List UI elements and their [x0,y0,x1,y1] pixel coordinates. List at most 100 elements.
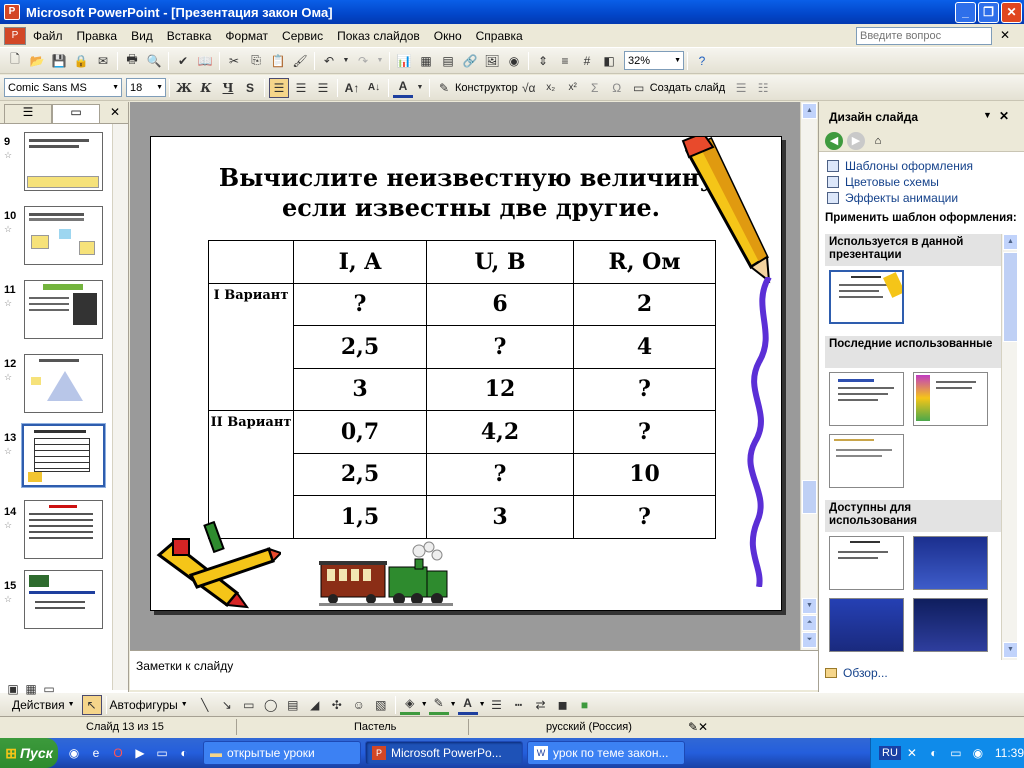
task-folder[interactable]: ▬ открытые уроки [203,741,361,765]
equation-icon[interactable]: √α [519,78,539,98]
designer-button[interactable]: Конструктор [455,82,518,94]
template-recent-2[interactable] [913,372,988,426]
designer-icon[interactable]: ✎ [434,78,454,98]
slide-thumbnail-10[interactable] [24,206,103,265]
help-icon[interactable]: ? [692,51,712,71]
decrease-font-icon[interactable]: A↓ [364,78,384,98]
clipart-icon[interactable]: 🖼 [482,51,502,71]
template-recent-3[interactable] [829,434,904,488]
3d-style-icon[interactable]: ■ [575,695,595,715]
show-formatting-icon[interactable]: ≡ [555,51,575,71]
menu-slideshow[interactable]: Показ слайдов [330,29,427,43]
menu-insert[interactable]: Вставка [160,29,219,43]
dash-style-icon[interactable]: ┅ [509,695,529,715]
link-design-templates[interactable]: Шаблоны оформления [819,158,1024,174]
tp-scroll-up-icon[interactable]: ▲ [1003,234,1018,250]
expand-all-icon[interactable]: ⇕ [533,51,553,71]
tray-volume-icon[interactable]: ◐ [924,743,944,763]
slide-thumbnail-13[interactable] [21,423,106,488]
current-slide[interactable]: Вычислите неизвестную величину, если изв… [150,136,782,611]
insert-picture-icon[interactable]: ▧ [371,695,391,715]
shadow-button[interactable]: S [240,78,260,98]
tp-scroll-down-icon[interactable]: ▼ [1003,642,1018,658]
format-painter-icon[interactable]: 🖌 [290,51,310,71]
browse-link[interactable]: Обзор... [825,666,888,680]
redo-icon[interactable]: ↷ [353,51,373,71]
template-available-4[interactable] [913,598,988,652]
hyperlink-icon[interactable]: 🔗 [460,51,480,71]
quicklaunch-opera-icon[interactable]: O [108,743,128,763]
italic-button[interactable]: К [196,78,216,98]
tp-scroll-thumb[interactable] [1003,252,1018,342]
help-search-input[interactable] [856,27,992,45]
tray-antivirus-icon[interactable]: ◉ [968,743,988,763]
slide-title[interactable]: Вычислите неизвестную величину, если изв… [191,163,751,223]
slide-thumbnail-12[interactable] [24,354,103,413]
slide-thumbnail-9[interactable] [24,132,103,191]
subscript-icon[interactable]: x₂ [541,78,561,98]
open-icon[interactable]: 📂 [27,51,47,71]
arrow-icon[interactable]: ↘ [217,695,237,715]
draw-font-color-icon[interactable]: A [457,695,478,715]
new-slide-icon[interactable]: ▭ [629,78,649,98]
menu-help[interactable]: Справка [469,29,530,43]
start-button[interactable]: ⊞ Пуск [0,738,58,768]
font-select[interactable]: Comic Sans MS ▼ [4,78,122,97]
slide-thumbnail-15[interactable] [24,570,103,629]
tables-borders-icon[interactable]: ▤ [438,51,458,71]
omega-icon[interactable]: Ω [607,78,627,98]
font-color-dropdown-icon[interactable]: ▼ [415,78,425,98]
email-icon[interactable]: ✉ [93,51,113,71]
template-available-1[interactable] [829,536,904,590]
home-icon[interactable]: ⌂ [869,132,887,150]
tray-network-icon[interactable]: ✕ [902,743,922,763]
thumbnails-scrollbar[interactable] [112,124,128,690]
permission-icon[interactable]: 🔒 [71,51,91,71]
undo-dropdown-icon[interactable]: ▼ [341,51,351,71]
next-slide-icon[interactable]: ⏷ [802,632,817,648]
notes-pane[interactable]: Заметки к слайду [130,650,818,690]
color-grayscale-icon[interactable]: ◧ [599,51,619,71]
tray-display-icon[interactable]: ▭ [946,743,966,763]
language-indicator[interactable]: RU [879,746,901,760]
print-preview-icon[interactable]: 🔍 [144,51,164,71]
minimize-button[interactable]: _ [955,2,976,23]
list-icon[interactable]: ☰ [731,78,751,98]
menu-edit[interactable]: Правка [70,29,125,43]
template-available-3[interactable] [829,598,904,652]
menu-tools[interactable]: Сервис [275,29,330,43]
textbox-icon[interactable]: ▤ [283,695,303,715]
select-pointer-icon[interactable]: ↖ [81,694,102,715]
back-icon[interactable]: ◀ [825,131,843,150]
quicklaunch-extra-icon[interactable]: ◐ [174,743,194,763]
line-icon[interactable]: ╲ [195,695,215,715]
ohm-law-table[interactable]: I, A U, B R, Ом I Вариант ? 6 2 2,5 ? 4 … [208,240,716,539]
scroll-down-icon[interactable]: ▼ [802,598,817,614]
oval-icon[interactable]: ◯ [261,695,281,715]
menu-window[interactable]: Окно [427,29,469,43]
template-available-2[interactable] [913,536,988,590]
arrow-style-icon[interactable]: ⇄ [531,695,551,715]
save-icon[interactable]: 💾 [49,51,69,71]
cut-icon[interactable]: ✂ [224,51,244,71]
tab-outline[interactable]: ☰ [4,104,52,123]
menu-view[interactable]: Вид [124,29,160,43]
line-color-icon[interactable]: ✎ [428,695,449,715]
align-center-icon[interactable]: ☰ [291,78,311,98]
align-left-icon[interactable]: ☰ [269,77,289,98]
quicklaunch-browser-icon[interactable]: e [86,743,106,763]
task-powerpoint[interactable]: P Microsoft PowerPo... [365,741,523,765]
slideshow-icon[interactable]: ▭ [39,679,59,699]
print-icon[interactable]: 🖶 [122,51,142,71]
slide-thumbnail-11[interactable] [24,280,103,339]
grid-icon[interactable]: # [577,51,597,71]
maximize-button[interactable]: ❐ [978,2,999,23]
new-icon[interactable]: 🗋 [5,51,25,71]
quicklaunch-media-icon[interactable]: ▶ [130,743,150,763]
template-current[interactable] [829,270,904,324]
menu-file[interactable]: Файл [26,29,70,43]
forward-icon[interactable]: ▶ [847,131,865,150]
line-style-icon[interactable]: ☰ [487,695,507,715]
close-doc-icon[interactable]: ✕ [1000,28,1010,42]
link-color-schemes[interactable]: Цветовые схемы [819,174,1024,190]
